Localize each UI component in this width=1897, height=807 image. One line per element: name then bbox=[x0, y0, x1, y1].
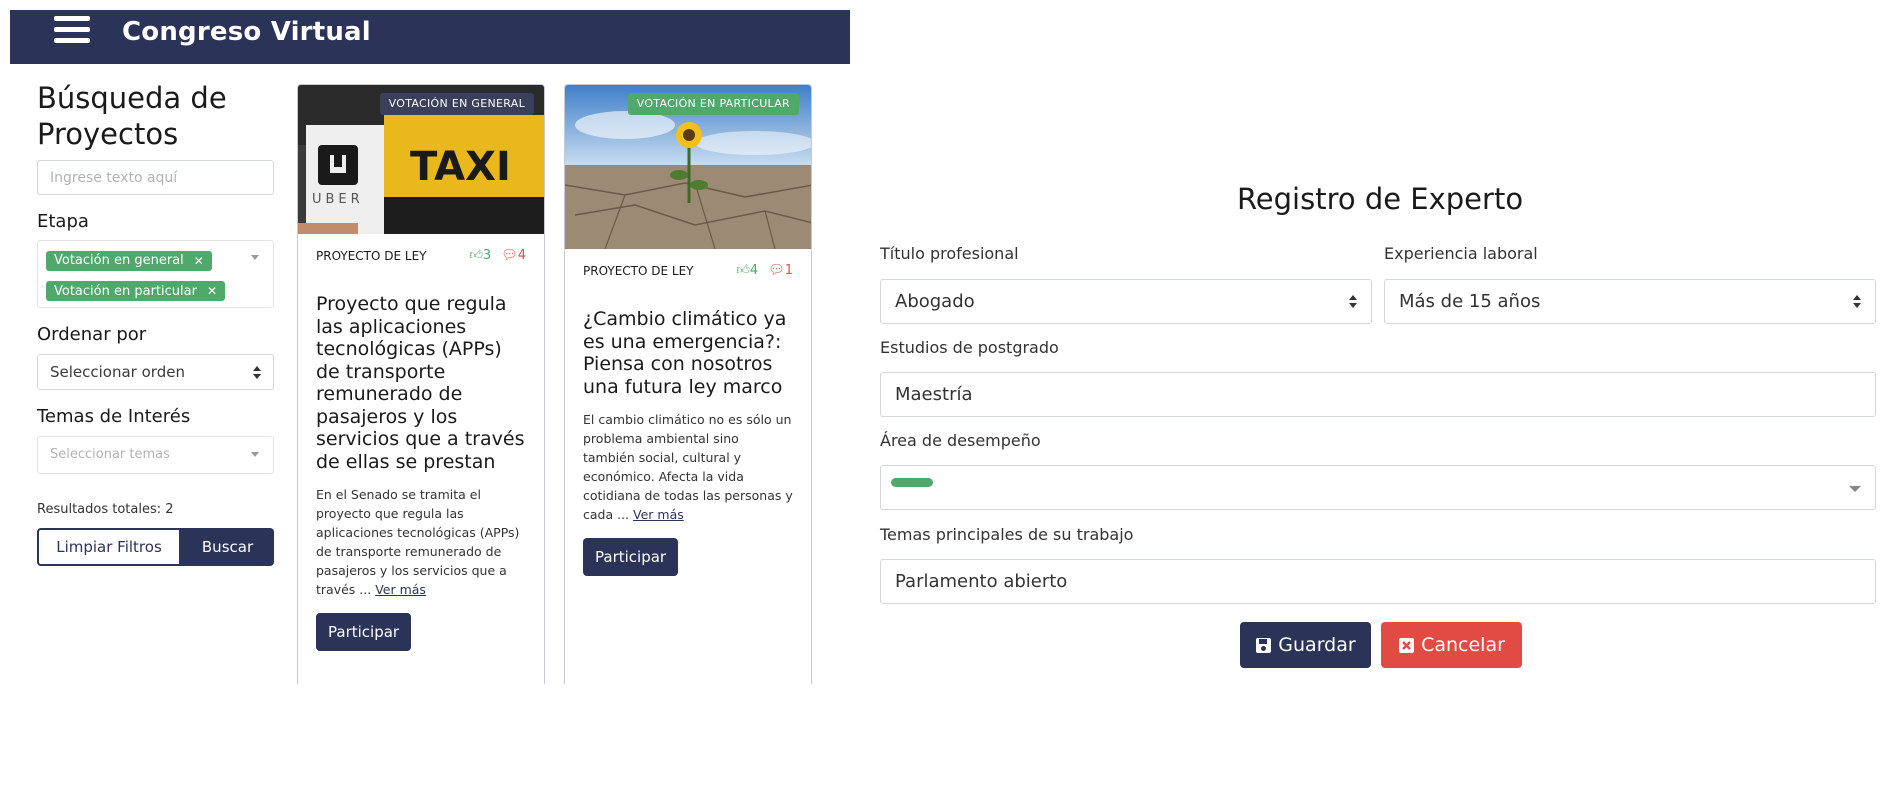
stage-tag: Votación en particular ✕ bbox=[46, 281, 225, 301]
project-card: TAXI UBER VOTACIÓN EN GENERAL PROYECTO D… bbox=[297, 84, 545, 684]
form-title: Registro de Experto bbox=[1236, 182, 1524, 216]
participate-button[interactable]: Participar bbox=[583, 538, 679, 576]
cancel-button[interactable]: Cancelar bbox=[1381, 622, 1522, 668]
work-topics-input[interactable]: Parlamento abierto bbox=[880, 559, 1876, 604]
save-button-label: Guardar bbox=[1278, 634, 1356, 656]
comments-value: 1 bbox=[784, 263, 793, 278]
sidebar-title-line1: Búsqueda de bbox=[37, 81, 227, 115]
thumbs-up-icon: 👍︎ bbox=[736, 263, 750, 278]
card-meta: PROYECTO DE LEY 👍︎4 💬︎1 bbox=[565, 263, 811, 278]
experience-label: Experiencia laboral bbox=[1384, 244, 1538, 263]
chevron-down-icon[interactable] bbox=[1849, 486, 1861, 492]
remove-tag-icon[interactable]: ✕ bbox=[207, 284, 217, 298]
stage-multiselect[interactable]: Votación en general ✕ Votación en partic… bbox=[37, 240, 274, 308]
likes-count[interactable]: 👍︎3 bbox=[469, 248, 491, 263]
card-counts: 👍︎4 💬︎1 bbox=[736, 263, 793, 278]
stage-tag-label: Votación en particular bbox=[54, 283, 197, 299]
card-description: En el Senado se tramita el proyecto que … bbox=[298, 485, 544, 599]
stage-badge: VOTACIÓN EN GENERAL bbox=[379, 93, 534, 115]
area-label: Área de desempeño bbox=[880, 431, 1041, 450]
select-arrows-icon bbox=[1853, 295, 1861, 308]
cancel-button-label: Cancelar bbox=[1421, 634, 1505, 656]
chevron-down-icon[interactable] bbox=[251, 255, 259, 260]
card-type: PROYECTO DE LEY bbox=[316, 248, 427, 263]
top-navbar: Congreso Virtual bbox=[10, 10, 850, 64]
app-title: Congreso Virtual bbox=[122, 17, 371, 47]
comment-icon: 💬︎ bbox=[501, 248, 518, 263]
postgrad-value: Maestría bbox=[895, 384, 973, 405]
uber-logo-text: UBER bbox=[312, 192, 364, 207]
topics-select[interactable]: Seleccionar temas bbox=[37, 436, 274, 474]
topics-label: Temas de Interés bbox=[37, 406, 191, 427]
filter-button-group: Limpiar Filtros Buscar bbox=[37, 528, 274, 566]
experience-value: Más de 15 años bbox=[1399, 291, 1541, 312]
see-more-link[interactable]: Ver más bbox=[375, 582, 426, 597]
work-topics-label: Temas principales de su trabajo bbox=[880, 525, 1134, 544]
card-counts: 👍︎3 💬︎4 bbox=[469, 248, 526, 263]
floppy-disk-icon bbox=[1255, 637, 1272, 654]
project-image-sunflower: VOTACIÓN EN PARTICULAR bbox=[565, 85, 811, 249]
professional-title-value: Abogado bbox=[895, 291, 975, 312]
chevron-down-icon bbox=[251, 452, 259, 457]
search-button[interactable]: Buscar bbox=[181, 528, 274, 566]
professional-title-select[interactable]: Abogado bbox=[880, 279, 1372, 324]
thumbs-up-icon: 👍︎ bbox=[469, 248, 483, 263]
select-arrows-icon bbox=[253, 366, 261, 379]
likes-value: 3 bbox=[482, 248, 492, 263]
remove-tag-icon[interactable]: ✕ bbox=[194, 254, 204, 268]
professional-title-label: Título profesional bbox=[880, 244, 1019, 263]
comment-icon: 💬︎ bbox=[768, 263, 785, 278]
see-more-link[interactable]: Ver más bbox=[633, 507, 684, 522]
topics-select-placeholder: Seleccionar temas bbox=[50, 447, 170, 462]
select-arrows-icon bbox=[1349, 295, 1357, 308]
stage-tag: Votación en general ✕ bbox=[46, 250, 212, 271]
sidebar-title-line2: Proyectos bbox=[37, 117, 179, 151]
search-sidebar: Búsqueda de Proyectos Etapa Votación en … bbox=[37, 80, 275, 566]
postgrad-input[interactable]: Maestría bbox=[880, 372, 1876, 417]
card-title[interactable]: ¿Cambio climático ya es una emergencia?:… bbox=[565, 308, 811, 398]
stage-label: Etapa bbox=[37, 211, 89, 232]
card-description-text: En el Senado se tramita el proyecto que … bbox=[316, 487, 520, 597]
likes-value: 4 bbox=[749, 263, 759, 278]
participate-button[interactable]: Participar bbox=[316, 613, 412, 651]
close-box-icon bbox=[1398, 637, 1415, 654]
experience-select[interactable]: Más de 15 años bbox=[1384, 279, 1876, 324]
save-button[interactable]: Guardar bbox=[1240, 622, 1371, 668]
card-description-text: El cambio climático no es sólo un proble… bbox=[583, 412, 793, 522]
work-topics-value: Parlamento abierto bbox=[895, 571, 1068, 592]
hamburger-menu-icon[interactable] bbox=[54, 16, 90, 50]
area-multiselect[interactable] bbox=[880, 465, 1876, 510]
card-description: El cambio climático no es sólo un proble… bbox=[565, 410, 811, 524]
stage-badge: VOTACIÓN EN PARTICULAR bbox=[627, 93, 799, 115]
search-input[interactable] bbox=[37, 160, 274, 195]
results-count: Resultados totales: 2 bbox=[37, 502, 174, 517]
order-select[interactable]: Seleccionar orden bbox=[37, 354, 274, 390]
likes-count[interactable]: 👍︎4 bbox=[736, 263, 758, 278]
project-card: VOTACIÓN EN PARTICULAR PROYECTO DE LEY 👍… bbox=[564, 84, 812, 684]
order-label: Ordenar por bbox=[37, 324, 147, 345]
card-meta: PROYECTO DE LEY 👍︎3 💬︎4 bbox=[298, 248, 544, 263]
card-title[interactable]: Proyecto que regula las aplicaciones tec… bbox=[298, 293, 544, 473]
selected-area-tag bbox=[891, 478, 933, 487]
postgrad-label: Estudios de postgrado bbox=[880, 338, 1059, 357]
card-type: PROYECTO DE LEY bbox=[583, 263, 694, 278]
project-image-taxi: TAXI UBER VOTACIÓN EN GENERAL bbox=[298, 85, 544, 234]
comments-count[interactable]: 💬︎1 bbox=[768, 263, 793, 278]
stage-tag-label: Votación en general bbox=[54, 253, 184, 268]
comments-count[interactable]: 💬︎4 bbox=[501, 248, 526, 263]
order-select-value: Seleccionar orden bbox=[50, 363, 185, 381]
clear-filters-button[interactable]: Limpiar Filtros bbox=[37, 528, 181, 566]
taxi-sign-text: TAXI bbox=[410, 144, 511, 190]
comments-value: 4 bbox=[517, 248, 526, 263]
